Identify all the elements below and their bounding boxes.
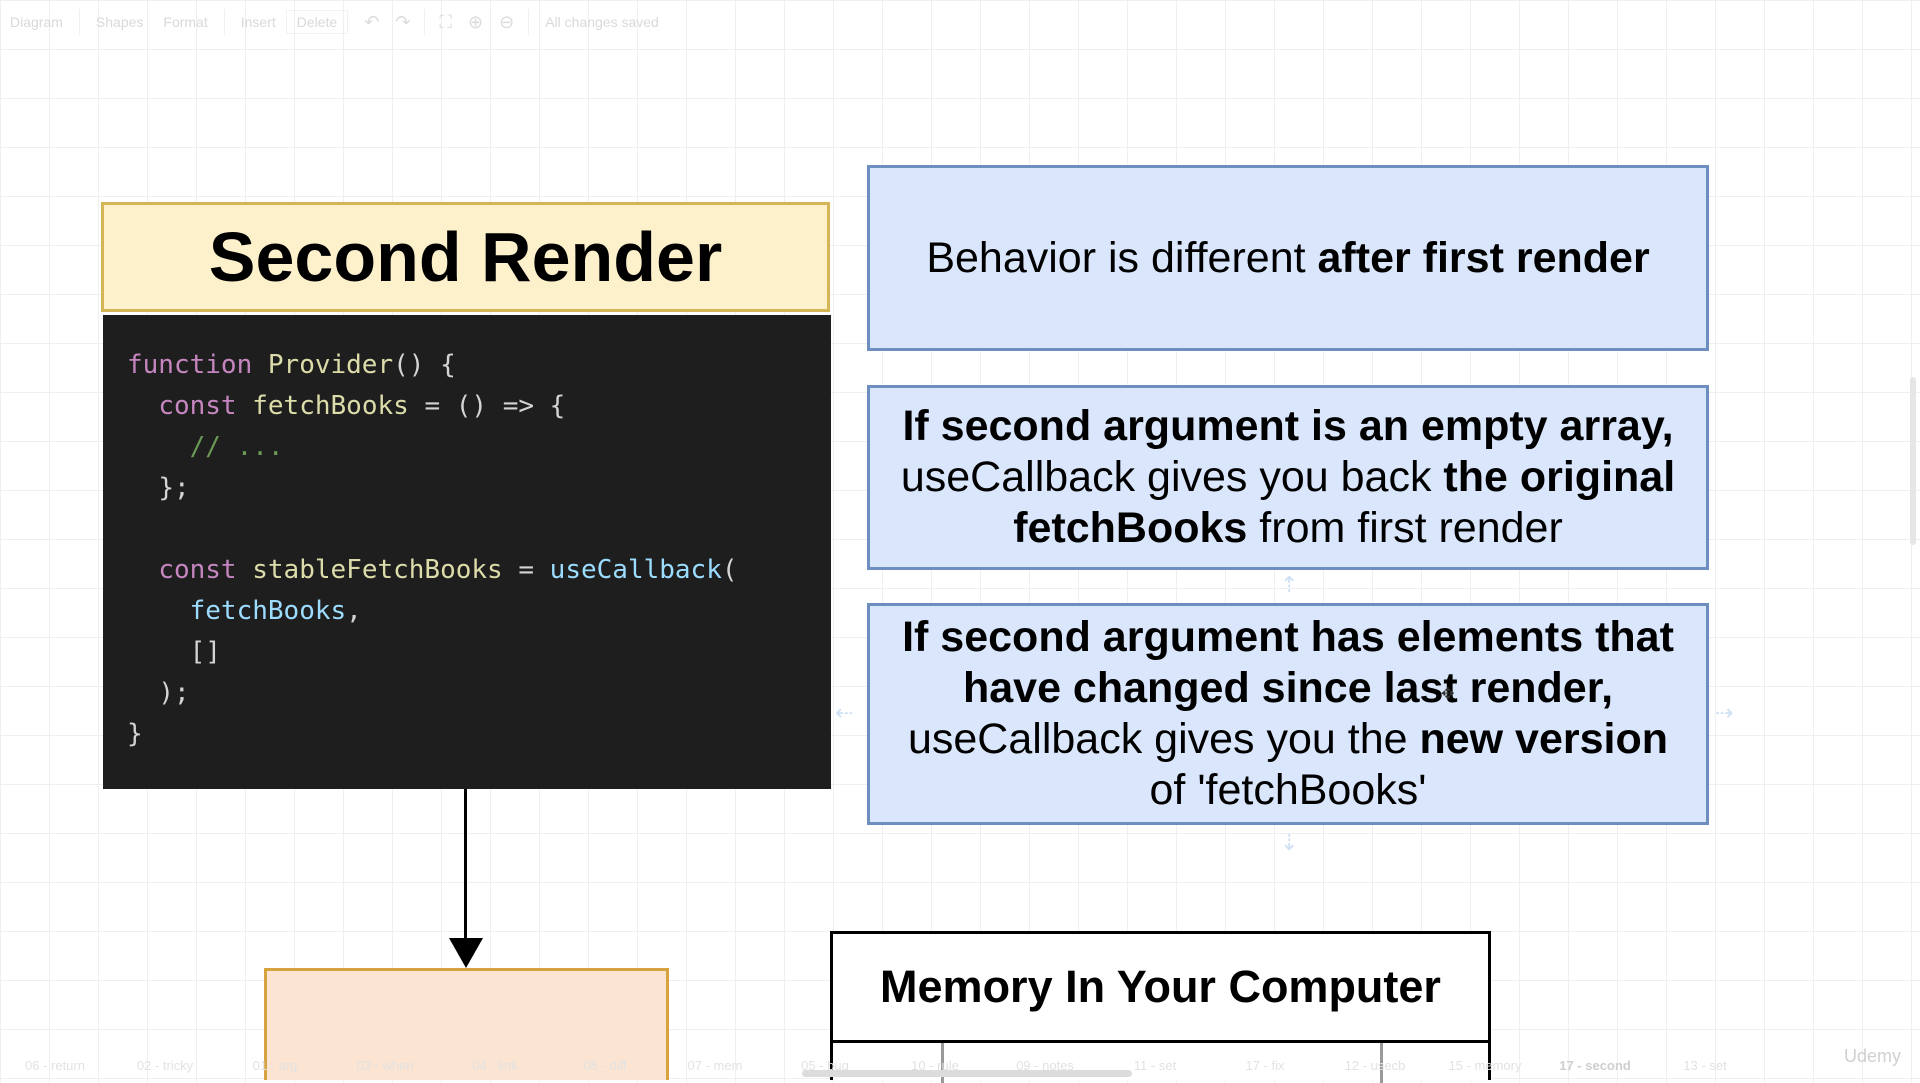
code-text: ( [721, 555, 738, 585]
empty-array-bold: If second argument is an empty array, [902, 402, 1674, 450]
udemy-watermark: Udemy [1844, 1046, 1902, 1066]
arrow-left-icon[interactable]: ⇠ [835, 700, 853, 726]
code-variable: fetchBooks [189, 596, 347, 626]
diagram-menu[interactable]: Diagram [0, 14, 73, 30]
arrow-right-icon[interactable]: ⇢ [1715, 700, 1733, 726]
behavior-note-box[interactable]: Behavior is different after first render [867, 165, 1709, 351]
page-tab[interactable]: 07 - mem [660, 1058, 770, 1073]
format-button[interactable]: Format [153, 14, 217, 30]
page-tab[interactable]: 04 - link [440, 1058, 550, 1073]
code-text: }; [158, 473, 190, 503]
memory-box[interactable]: Memory In Your Computer [830, 931, 1491, 1043]
changed-bold: If second argument has elements that hav… [902, 613, 1674, 712]
undo-icon[interactable]: ↶ [356, 12, 387, 33]
toolbar-divider [78, 9, 80, 35]
toolbar: Diagram Shapes Format Insert Delete ↶ ↷ … [0, 0, 1920, 44]
behavior-plain: Behavior is different [926, 233, 1318, 282]
code-function: useCallback [549, 555, 722, 585]
changed-bold-new-version: new version [1419, 715, 1669, 763]
changed-elements-note-box[interactable]: If second argument has elements that hav… [867, 603, 1709, 825]
page-tab[interactable]: 03 - when [330, 1058, 440, 1073]
page-tab[interactable]: 08 - diff [550, 1058, 660, 1073]
code-keyword: const [158, 391, 237, 421]
page-tab[interactable]: 13 - set [1650, 1058, 1760, 1073]
code-text: } [127, 719, 143, 749]
code-text: ); [158, 678, 190, 708]
toolbar-divider [223, 9, 225, 35]
empty-array-note-text: If second argument is an empty array, us… [901, 401, 1675, 554]
code-text: = [502, 555, 550, 585]
vertical-scrollbar[interactable] [1910, 377, 1916, 545]
save-status: All changes saved [545, 14, 659, 30]
insert-button[interactable]: Insert [231, 14, 286, 30]
shapes-button[interactable]: Shapes [86, 14, 153, 30]
second-render-title: Second Render [208, 218, 723, 296]
horizontal-scrollbar[interactable] [802, 1070, 1132, 1077]
zoom-in-icon[interactable]: ⊕ [460, 12, 491, 33]
code-variable: fetchBooks [252, 391, 409, 421]
code-text: () { [393, 350, 456, 380]
empty-array-bold-original: the original [1443, 453, 1676, 501]
page-tab[interactable]: 06 - return [0, 1058, 110, 1073]
arrow-down-icon[interactable]: ⇣ [1280, 830, 1298, 856]
code-panel[interactable]: function Provider() { const fetchBooks =… [103, 315, 831, 789]
code-variable: stableFetchBooks [252, 555, 503, 585]
code-function: Provider [267, 350, 394, 380]
page-tab[interactable]: 17 - second [1540, 1058, 1650, 1073]
empty-array-bold-fetchbooks: fetchBooks [1013, 504, 1248, 552]
code-keyword: const [158, 555, 237, 585]
toolbar-divider [528, 9, 530, 35]
empty-array-note-box[interactable]: If second argument is an empty array, us… [867, 385, 1709, 570]
page-tab[interactable]: 02 - tricky [110, 1058, 220, 1073]
empty-array-plain-end: from first render [1247, 504, 1563, 552]
memory-box-title: Memory In Your Computer [880, 961, 1441, 1012]
connector-arrow-line[interactable] [464, 789, 467, 941]
arrow-head-icon [449, 938, 483, 968]
move-cursor-icon: ✥ [1441, 686, 1455, 703]
changed-plain-end: of 'fetchBooks' [1149, 766, 1427, 814]
zoom-out-icon[interactable]: ⊖ [491, 12, 522, 33]
toolbar-divider [424, 9, 426, 35]
empty-array-plain: useCallback gives you back [900, 453, 1444, 501]
page-tab[interactable]: 01 - arg [220, 1058, 330, 1073]
arrow-up-icon[interactable]: ⇡ [1280, 572, 1298, 598]
behavior-note-text: Behavior is different after first render [926, 233, 1649, 284]
page-tab[interactable]: 12 - usecb [1320, 1058, 1430, 1073]
code-text: = () => { [408, 391, 566, 421]
delete-button[interactable]: Delete [285, 10, 349, 34]
page-tab[interactable]: 15 - memory [1430, 1058, 1540, 1073]
changed-plain: useCallback gives you the [907, 715, 1420, 763]
code-comment: // ... [189, 432, 284, 462]
behavior-bold: after first render [1317, 233, 1650, 282]
page-tab[interactable]: 17 - fix [1210, 1058, 1320, 1073]
code-keyword: function [127, 350, 253, 380]
second-render-title-box[interactable]: Second Render [101, 202, 830, 312]
redo-icon[interactable]: ↷ [387, 12, 418, 33]
fullscreen-icon[interactable]: ⛶ [431, 12, 460, 33]
code-text: , [346, 596, 362, 626]
changed-elements-note-text: If second argument has elements that hav… [870, 612, 1706, 816]
code-text: [] [189, 637, 221, 667]
